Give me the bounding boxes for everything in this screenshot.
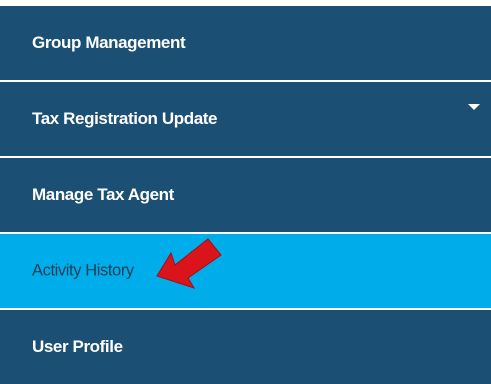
sidebar-item-label: User Profile (32, 337, 123, 356)
sidebar-item-label: Activity History (32, 261, 134, 280)
sidebar-item-label: Group Management (32, 33, 186, 52)
chevron-down-icon[interactable] (468, 104, 480, 110)
sidebar-item-user-profile[interactable]: User Profile (0, 310, 491, 384)
sidebar-item-manage-tax-agent[interactable]: Manage Tax Agent (0, 158, 491, 232)
sidebar-item-tax-registration-update[interactable]: Tax Registration Update (0, 82, 491, 156)
sidebar-item-group-management[interactable]: Group Management (0, 6, 491, 80)
sidebar-menu: Group Management Tax Registration Update… (0, 6, 491, 384)
sidebar-item-activity-history[interactable]: Activity History (0, 234, 491, 308)
sidebar-item-label: Tax Registration Update (32, 109, 218, 128)
sidebar-item-label: Manage Tax Agent (32, 185, 174, 204)
